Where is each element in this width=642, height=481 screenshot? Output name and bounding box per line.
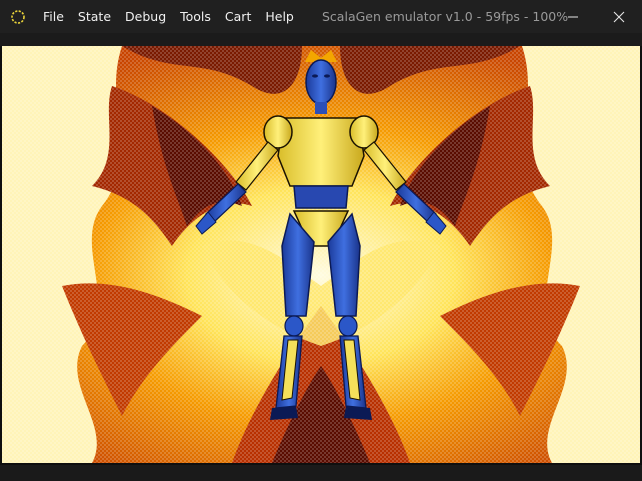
window-controls — [550, 0, 642, 33]
menu-help[interactable]: Help — [258, 0, 301, 33]
robot-neck — [315, 102, 327, 114]
app-icon[interactable] — [0, 0, 36, 33]
robot-eye-right — [324, 74, 330, 78]
minimize-icon — [568, 16, 578, 17]
menu-bar: File State Debug Tools Cart Help — [36, 0, 301, 33]
robot-knee-left — [284, 315, 304, 337]
robot-eye-left — [312, 74, 318, 78]
menu-separator — [0, 33, 642, 46]
menu-file[interactable]: File — [36, 0, 71, 33]
menu-cart[interactable]: Cart — [218, 0, 258, 33]
minimize-button[interactable] — [550, 0, 596, 33]
robot-foot-right — [344, 406, 372, 420]
window-title: ScalaGen emulator v1.0 - 59fps - 100% — [322, 9, 569, 24]
close-icon — [613, 11, 625, 22]
menu-state[interactable]: State — [71, 0, 118, 33]
menu-tools[interactable]: Tools — [173, 0, 218, 33]
status-strip — [0, 465, 642, 481]
robot-knee-right — [338, 315, 358, 337]
emulator-screen[interactable] — [2, 46, 640, 463]
robot-foot-left — [270, 406, 298, 420]
game-frame — [2, 46, 640, 463]
robot-abdomen — [293, 185, 349, 209]
close-button[interactable] — [596, 0, 642, 33]
menu-debug[interactable]: Debug — [118, 0, 173, 33]
title-bar: File State Debug Tools Cart Help ScalaGe… — [0, 0, 642, 33]
robot-head — [305, 59, 337, 105]
emulator-window: File State Debug Tools Cart Help ScalaGe… — [0, 0, 642, 481]
